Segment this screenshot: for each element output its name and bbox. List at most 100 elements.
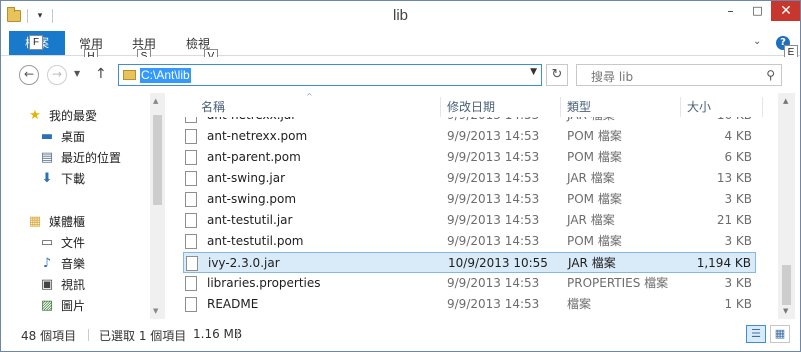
file-name: ant-swing.pom	[207, 192, 297, 206]
table-row[interactable]: ant-testutil.pom 9/9/2013 14:53 POM 檔案 3 KB	[183, 231, 756, 252]
refresh-icon[interactable]: ↻	[546, 64, 568, 86]
tab-share[interactable]: 共用 S	[132, 35, 156, 64]
table-row[interactable]: ant-parent.pom 9/9/2013 14:53 POM 檔案 6 KB	[183, 147, 756, 168]
status-divider	[237, 329, 238, 341]
search-icon[interactable]: ⚲	[766, 68, 775, 82]
chevron-down-icon[interactable]: ▼	[530, 67, 537, 77]
file-type: JAR 檔案	[567, 213, 615, 227]
file-type: POM 檔案	[567, 150, 622, 164]
scroll-up-icon[interactable]: ▲	[783, 97, 788, 105]
star-icon: ★	[29, 108, 41, 123]
file-date: 9/9/2013 14:53	[447, 297, 540, 311]
selection-size: 1.16 MB	[193, 327, 243, 341]
sidebar-item-downloads[interactable]: ⬇ 下載	[39, 170, 85, 188]
column-divider[interactable]	[560, 97, 561, 117]
table-row[interactable]: ant-swing.jar 9/9/2013 14:53 JAR 檔案 13 KB	[183, 168, 756, 189]
details-view-icon[interactable]: ☰	[746, 325, 766, 343]
address-bar[interactable]: C:\Ant\lib ▼	[118, 64, 542, 86]
expand-ribbon-icon[interactable]: ⌄	[753, 36, 761, 47]
file-type: POM 檔案	[567, 192, 622, 206]
file-size: 3 KB	[724, 192, 752, 206]
file-type: PROPERTIES 檔案	[567, 276, 669, 290]
file-date: 9/9/2013 14:53	[447, 117, 539, 126]
column-divider[interactable]	[440, 97, 441, 117]
sidebar-item-music[interactable]: ♪ 音樂	[39, 255, 85, 273]
file-date: 9/9/2013 14:53	[447, 213, 540, 227]
music-icon: ♪	[42, 256, 52, 271]
file-type: POM 檔案	[567, 234, 622, 248]
file-size: 1,194 KB	[696, 256, 751, 270]
maximize-button[interactable]: □	[744, 1, 771, 21]
up-arrow-icon[interactable]: ↑	[95, 66, 107, 82]
navigation-pane: ★ 我的最愛 ▬ 桌面 ▤ 最近的位置 ⬇ 下載 ▦ 媒體櫃 ▭ 文件 ♪ 音樂…	[1, 93, 165, 319]
title-bar: ▾ lib – □ ✕	[1, 1, 800, 31]
file-list: ^ 名稱 修改日期 類型 大小 ant-netrexx.jar 9/9/2013 …	[165, 92, 800, 319]
sidebar-item-libraries[interactable]: ▦ 媒體櫃	[27, 213, 85, 231]
file-date: 9/9/2013 14:53	[447, 192, 540, 206]
file-name: ant-testutil.jar	[207, 213, 293, 227]
table-row[interactable]: README 9/9/2013 14:53 檔案 1 KB	[183, 294, 756, 315]
documents-icon: ▭	[40, 235, 54, 250]
scroll-down-icon[interactable]: ▼	[783, 307, 788, 315]
tab-home[interactable]: 常用 H	[79, 35, 103, 64]
sidebar-item-videos[interactable]: ▣ 視訊	[39, 276, 85, 294]
file-icon	[185, 171, 197, 186]
tab-view[interactable]: 檢視 V	[186, 35, 218, 64]
search-placeholder: 搜尋 lib	[591, 70, 634, 84]
desktop-icon: ▬	[40, 129, 54, 144]
table-row[interactable]: ant-netrexx.pom 9/9/2013 14:53 POM 檔案 4 KB	[183, 126, 756, 147]
scrollbar-thumb[interactable]	[153, 115, 162, 205]
recent-locations-icon[interactable]: ▼	[74, 69, 80, 78]
sidebar-item-recent[interactable]: ▤ 最近的位置	[39, 149, 121, 167]
file-name: README	[207, 297, 259, 311]
minimize-button[interactable]: –	[717, 1, 744, 21]
column-header-date[interactable]: 修改日期	[447, 93, 495, 117]
file-type: 檔案	[567, 297, 592, 311]
file-type: JAR 檔案	[567, 171, 615, 185]
item-count: 48 個項目	[21, 329, 77, 343]
file-date: 9/9/2013 14:53	[447, 234, 540, 248]
close-button[interactable]: ✕	[771, 1, 800, 21]
file-icon	[186, 256, 198, 271]
navpane-scrollbar[interactable]: ▲ ▼	[150, 93, 165, 319]
column-divider[interactable]	[680, 97, 681, 117]
file-icon	[185, 276, 197, 291]
file-list-scrollbar[interactable]: ▲ ▼	[778, 93, 795, 319]
file-name: ant-netrexx.pom	[207, 129, 308, 143]
forward-arrow-icon[interactable]: →	[47, 65, 67, 85]
explorer-window: ▾ lib – □ ✕ 檔案 F 常用 H 共用 S 檢視 V ⌄ ? E ← …	[0, 0, 801, 352]
file-size: 1 KB	[724, 297, 752, 311]
column-header-name[interactable]: 名稱	[201, 93, 225, 117]
sidebar-item-favorites[interactable]: ★ 我的最愛	[27, 107, 97, 125]
search-input[interactable]: 搜尋 lib ⚲	[576, 64, 782, 86]
scroll-down-icon[interactable]: ▼	[153, 307, 158, 315]
file-size: 3 KB	[724, 234, 752, 248]
table-row[interactable]: ant-swing.pom 9/9/2013 14:53 POM 檔案 3 KB	[183, 189, 756, 210]
file-icon	[185, 192, 197, 207]
sort-ascending-icon: ^	[306, 92, 313, 101]
column-divider[interactable]	[762, 97, 763, 117]
table-row[interactable]: libraries.properties 9/9/2013 14:53 PROPER…	[183, 273, 756, 294]
sidebar-item-desktop[interactable]: ▬ 桌面	[39, 128, 85, 146]
column-header-type[interactable]: 類型	[567, 93, 591, 117]
status-bar: 48 個項目 已選取 1 個項目 1.16 MB ☰ ▦	[1, 319, 800, 351]
sidebar-item-pictures[interactable]: ▨ 圖片	[39, 297, 85, 315]
back-arrow-icon[interactable]: ←	[19, 65, 39, 85]
file-name: ant-parent.pom	[207, 150, 301, 164]
file-type: JAR 檔案	[567, 117, 615, 126]
tab-file[interactable]: 檔案 F	[9, 31, 65, 55]
sidebar-item-label: 圖片	[61, 299, 86, 313]
file-date: 9/9/2013 14:53	[447, 129, 540, 143]
table-row[interactable]: ant-testutil.jar 9/9/2013 14:53 JAR 檔案 21 K…	[183, 210, 756, 231]
sidebar-item-documents[interactable]: ▭ 文件	[39, 234, 85, 252]
table-row[interactable]: ant-netrexx.jar 9/9/2013 14:53 JAR 檔案 16 KB	[183, 117, 756, 126]
scroll-up-icon[interactable]: ▲	[153, 97, 158, 105]
table-row[interactable]: ivy-2.3.0.jar 10/9/2013 10:55 JAR 檔案 1,194 …	[183, 252, 756, 273]
scrollbar-thumb[interactable]	[782, 265, 791, 305]
file-icon	[185, 129, 197, 144]
address-path[interactable]: C:\Ant\lib	[140, 68, 191, 83]
file-date: 9/9/2013 14:53	[447, 171, 540, 185]
large-icons-view-icon[interactable]: ▦	[770, 325, 790, 343]
status-divider	[88, 329, 89, 341]
column-header-size[interactable]: 大小	[687, 93, 711, 117]
